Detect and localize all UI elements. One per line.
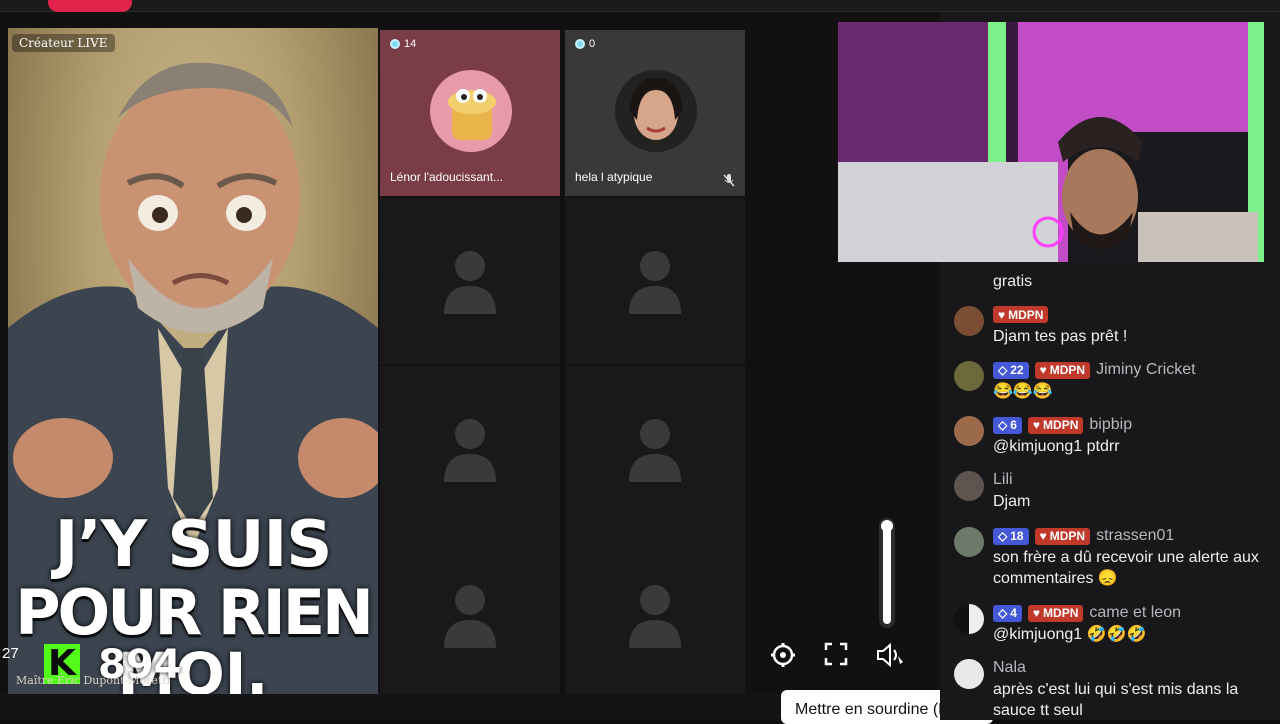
empty-slot[interactable] — [380, 198, 560, 364]
diamond-icon: ◇ — [998, 418, 1008, 432]
empty-slot[interactable] — [565, 532, 745, 698]
sub-badge: ◇ 18 — [993, 527, 1029, 545]
heart-icon: ♥ — [1039, 529, 1047, 543]
avatar — [954, 471, 984, 501]
avatar — [954, 416, 984, 446]
caption-line-2: POUR RIEN — [15, 576, 374, 649]
mic-muted-icon[interactable] — [721, 172, 737, 188]
empty-slot[interactable] — [565, 366, 745, 532]
volume-slider-handle[interactable] — [881, 520, 893, 532]
username[interactable]: Nala — [993, 659, 1026, 677]
volume-icon[interactable] — [876, 642, 906, 668]
chat-message: gratis — [954, 273, 1272, 299]
mdpn-badge: ♥ MDPN — [1027, 604, 1084, 622]
message-text: 😂😂😂 — [993, 383, 1053, 400]
message-text: Djam — [993, 493, 1031, 510]
volume-slider[interactable] — [883, 522, 891, 624]
diamond-icon: ◇ — [998, 529, 1008, 543]
avatar — [954, 527, 984, 557]
live-pill[interactable] — [48, 0, 132, 12]
streamer-webcam — [838, 22, 1264, 262]
username[interactable]: came et leon — [1089, 604, 1181, 622]
message-text: gratis — [993, 273, 1033, 290]
avatar — [430, 70, 512, 152]
heart-icon: ♥ — [1032, 606, 1041, 620]
message-text: @kimjuong1 🤣🤣🤣 — [993, 626, 1147, 643]
person-placeholder-icon — [444, 419, 496, 482]
message-text: après c'est lui qui s'est mis dans la sa… — [993, 681, 1239, 719]
avatar — [615, 70, 697, 152]
username[interactable]: Lili — [993, 471, 1013, 489]
sponge-icon — [448, 89, 496, 140]
person-placeholder-icon — [629, 419, 681, 482]
guest-name: Lénor l'adoucissant... — [390, 170, 504, 184]
empty-slot[interactable] — [380, 532, 560, 698]
message-text: son frère a dû recevoir une alerte aux c… — [993, 549, 1259, 587]
guest-count: 0 — [589, 38, 596, 50]
mdpn-badge: ♥ MDPN — [1027, 416, 1084, 434]
diamond-icon — [575, 39, 585, 49]
username[interactable]: bipbip — [1089, 416, 1132, 434]
mdpn-badge: ♥ MDPN — [1034, 527, 1091, 545]
empty-slot[interactable] — [380, 366, 560, 532]
avatar — [954, 306, 984, 336]
caption-line-1: J’Y SUIS — [54, 508, 333, 582]
bottom-strip — [0, 694, 780, 720]
sub-badge: ◇ 6 — [993, 416, 1022, 434]
heart-icon: ♥ — [1039, 363, 1047, 377]
diamond-icon: ◇ — [998, 363, 1008, 377]
person-placeholder-icon — [444, 251, 496, 314]
username[interactable]: Jiminy Cricket — [1096, 361, 1196, 379]
guest-slot-1[interactable]: 14 Lénor l'adoucissant... — [380, 30, 560, 196]
person-placeholder-icon — [444, 585, 496, 648]
woman-portrait-icon — [629, 77, 683, 140]
username[interactable]: strassen01 — [1096, 527, 1174, 545]
fullscreen-icon[interactable] — [824, 642, 848, 666]
guest-count: 14 — [404, 38, 417, 50]
sub-badge: ◇ 22 — [993, 361, 1029, 379]
creator-live-badge: Créateur LIVE — [12, 34, 115, 52]
top-bar — [0, 0, 1280, 12]
diamond-icon — [390, 39, 400, 49]
mdpn-badge: ♥ MDPN — [1034, 361, 1091, 379]
settings-icon[interactable] — [770, 642, 796, 668]
message-text: @kimjuong1 ptdrr — [993, 438, 1120, 455]
host-name: Maître Éric Dupont-Moretti — [16, 674, 171, 687]
person-placeholder-icon — [629, 585, 681, 648]
guest-name: hela l atypique — [575, 170, 653, 184]
person-placeholder-icon — [629, 251, 681, 314]
webcam-feed — [838, 22, 1264, 262]
heart-icon: ♥ — [998, 307, 1006, 322]
avatar — [954, 659, 984, 689]
diamond-icon: ◇ — [998, 606, 1008, 620]
sub-badge: ◇ 4 — [993, 604, 1022, 622]
guest-slot-2[interactable]: 0 hela l atypique — [565, 30, 745, 196]
heart-icon: ♥ — [1032, 418, 1041, 432]
avatar — [954, 604, 984, 634]
host-video[interactable]: J’Y SUIS POUR RIEN MOI. — [8, 28, 378, 694]
message-text: Djam tes pas prêt ! — [993, 328, 1128, 345]
mdpn-badge: ♥ MDPN — [993, 306, 1049, 323]
avatar — [954, 361, 984, 391]
empty-slot[interactable] — [565, 198, 745, 364]
score-counter: 27 — [2, 645, 19, 662]
